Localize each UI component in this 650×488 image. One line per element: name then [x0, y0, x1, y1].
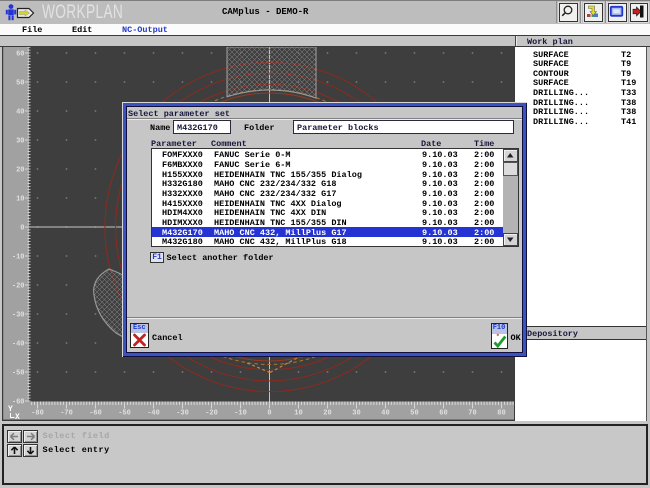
svg-text:-60: -60 [89, 410, 102, 418]
svg-text:50: 50 [16, 80, 24, 88]
svg-text:10: 10 [294, 410, 302, 418]
svg-text:X: X [15, 413, 20, 421]
svg-text:30: 30 [16, 138, 24, 146]
svg-text:-40: -40 [147, 410, 160, 418]
svg-text:60: 60 [16, 51, 24, 59]
svg-text:80: 80 [497, 410, 505, 418]
svg-text:20: 20 [16, 167, 24, 175]
svg-text:0: 0 [20, 225, 24, 233]
svg-text:-60: -60 [12, 399, 25, 407]
svg-text:Y: Y [8, 405, 13, 414]
svg-text:-30: -30 [12, 312, 25, 320]
svg-text:-20: -20 [12, 283, 25, 291]
svg-text:70: 70 [468, 410, 476, 418]
svg-text:-30: -30 [176, 410, 189, 418]
svg-text:-50: -50 [12, 370, 25, 378]
svg-text:-70: -70 [60, 410, 73, 418]
svg-text:0: 0 [267, 410, 271, 418]
svg-text:60: 60 [439, 410, 447, 418]
svg-text:-10: -10 [12, 254, 25, 262]
svg-text:30: 30 [352, 410, 360, 418]
svg-text:40: 40 [381, 410, 389, 418]
svg-text:-40: -40 [12, 341, 25, 349]
svg-text:10: 10 [16, 196, 24, 204]
svg-text:20: 20 [323, 410, 331, 418]
svg-text:40: 40 [16, 109, 24, 117]
svg-text:-20: -20 [205, 410, 218, 418]
svg-text:-10: -10 [234, 410, 247, 418]
svg-text:-80: -80 [31, 410, 44, 418]
svg-text:50: 50 [410, 410, 418, 418]
svg-text:-50: -50 [118, 410, 131, 418]
